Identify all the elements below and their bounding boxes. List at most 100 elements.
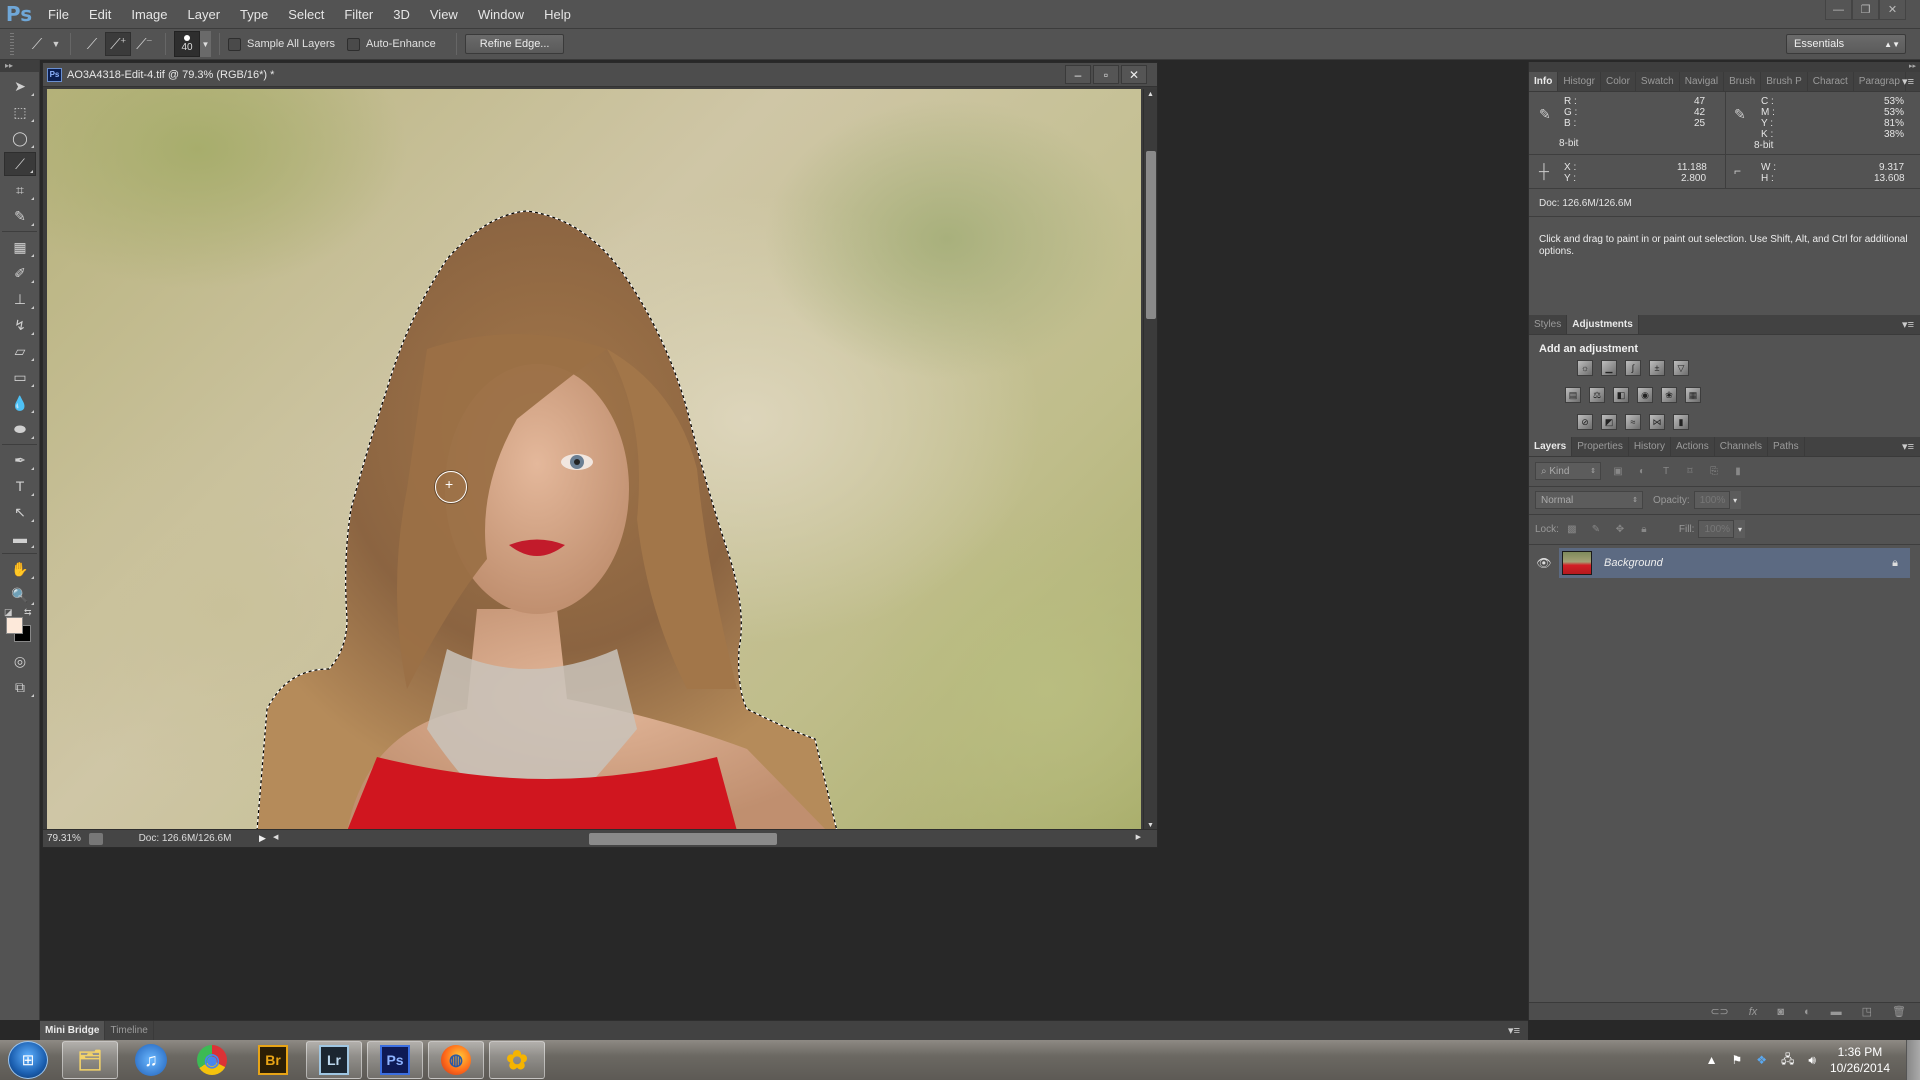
menu-view[interactable]: View — [420, 7, 468, 22]
filter-adjustment-icon[interactable]: ◐ — [1635, 464, 1649, 478]
minimize-icon[interactable]: — — [1825, 0, 1852, 20]
collapse-panels-button[interactable]: ▸▸ — [1529, 62, 1920, 72]
scroll-down-icon[interactable]: ▼ — [1147, 822, 1154, 829]
quick-selection-tool-icon[interactable]: ⟋ — [4, 152, 36, 176]
menu-type[interactable]: Type — [230, 7, 278, 22]
type-tool-icon[interactable]: T — [4, 474, 36, 498]
hand-tool-icon[interactable]: ✋ — [4, 557, 36, 581]
horizontal-scrollbar[interactable]: ◀ ▶ — [271, 830, 1143, 847]
menu-file[interactable]: File — [38, 7, 79, 22]
path-selection-tool-icon[interactable]: ↖ — [4, 500, 36, 524]
quick-mask-icon[interactable]: ◎ — [4, 649, 36, 673]
swap-colors-icon[interactable]: ⇆ — [24, 607, 32, 618]
filter-pixel-icon[interactable]: ▣ — [1611, 464, 1625, 478]
add-mask-icon[interactable]: ◙ — [1777, 1006, 1784, 1018]
foreground-color-swatch[interactable] — [6, 617, 23, 634]
eyedropper-icon[interactable]: ✎ — [1539, 106, 1551, 123]
scroll-left-icon[interactable]: ◀ — [273, 833, 278, 841]
add-to-selection-icon[interactable]: ⟋⁺ — [105, 32, 131, 56]
tab-color[interactable]: Color — [1601, 72, 1636, 91]
menu-window[interactable]: Window — [468, 7, 534, 22]
curves-icon[interactable]: ∫ — [1625, 360, 1641, 376]
lock-all-icon[interactable]: 🔒︎ — [1637, 522, 1651, 536]
taskbar-lightroom-icon[interactable]: Lr — [306, 1041, 362, 1079]
taskbar-explorer-icon[interactable]: 🗂 — [62, 1041, 118, 1079]
close-icon[interactable]: ✕ — [1879, 0, 1906, 20]
action-center-flag-icon[interactable]: ⚑ — [1731, 1053, 1742, 1067]
blur-tool-icon[interactable]: 💧 — [4, 391, 36, 415]
taskbar-chrome-icon[interactable]: ◉ — [184, 1041, 240, 1079]
screen-mode-icon[interactable]: ⧉ — [4, 675, 36, 699]
panel-menu-icon[interactable]: ▾≡ — [1902, 75, 1914, 88]
posterize-icon[interactable]: ◩ — [1601, 414, 1617, 430]
menu-image[interactable]: Image — [121, 7, 177, 22]
crosshair-icon[interactable]: ┼ — [1539, 163, 1549, 179]
invert-icon[interactable]: ⊘ — [1577, 414, 1593, 430]
tab-actions[interactable]: Actions — [1671, 437, 1715, 456]
exposure-icon[interactable]: ± — [1649, 360, 1665, 376]
tab-paragraph[interactable]: Paragrap — [1854, 72, 1906, 91]
new-adjustment-layer-icon[interactable]: ◐ — [1804, 1006, 1811, 1018]
clock[interactable]: 1:36 PM 10/26/2014 — [1830, 1044, 1890, 1076]
blend-mode-select[interactable]: Normal ⇕ — [1535, 491, 1643, 509]
pen-tool-icon[interactable]: ✒ — [4, 448, 36, 472]
tab-info[interactable]: Info — [1529, 72, 1559, 91]
history-brush-tool-icon[interactable]: ↯ — [4, 313, 36, 337]
new-group-folder-icon[interactable]: ▬ — [1831, 1006, 1842, 1018]
panel-menu-icon[interactable]: ▾≡ — [1902, 440, 1914, 453]
show-desktop-button[interactable] — [1906, 1040, 1920, 1080]
menu-edit[interactable]: Edit — [79, 7, 121, 22]
layer-row[interactable]: 👁︎ Background 🔒︎ — [1529, 548, 1920, 578]
lock-transparent-icon[interactable]: ▩ — [1565, 522, 1579, 536]
tab-mini-bridge[interactable]: Mini Bridge — [40, 1021, 106, 1040]
brush-picker[interactable]: 40 — [174, 31, 200, 57]
visibility-eye-icon[interactable]: 👁︎ — [1529, 556, 1559, 570]
tab-channels[interactable]: Channels — [1715, 437, 1769, 456]
menu-help[interactable]: Help — [534, 7, 581, 22]
panel-menu-icon[interactable]: ▾≡ — [1902, 318, 1914, 331]
chevron-down-icon[interactable]: ▼ — [50, 32, 62, 56]
lasso-tool-icon[interactable]: ◯ — [4, 126, 36, 150]
filter-shape-icon[interactable]: ⌑ — [1683, 464, 1697, 478]
layer-lock-icon[interactable]: 🔒︎ — [1892, 557, 1898, 570]
volume-icon[interactable]: 🔊︎ — [1808, 1053, 1816, 1068]
panel-menu-icon[interactable]: ▾≡ — [1508, 1024, 1520, 1037]
status-info-icon[interactable] — [89, 832, 103, 845]
restore-icon[interactable]: ❐ — [1852, 0, 1879, 20]
tab-brush[interactable]: Brush — [1724, 72, 1762, 91]
doc-close-icon[interactable]: ✕ — [1121, 65, 1147, 84]
brush-tool-icon[interactable]: ✐ — [4, 261, 36, 285]
brightness-contrast-icon[interactable]: ☼ — [1577, 360, 1593, 376]
filter-toggle-icon[interactable]: ▮ — [1731, 464, 1745, 478]
layer-filter-kind-select[interactable]: ⌕ Kind ⇕ — [1535, 462, 1601, 480]
doc-minimize-icon[interactable]: ‒ — [1065, 65, 1091, 84]
scroll-right-icon[interactable]: ▶ — [1136, 833, 1141, 841]
channel-mixer-icon[interactable]: ❀ — [1661, 387, 1677, 403]
tab-paths[interactable]: Paths — [1768, 437, 1805, 456]
color-lookup-icon[interactable]: ▦ — [1685, 387, 1701, 403]
subtract-from-selection-icon[interactable]: ⟋⁻ — [131, 32, 157, 56]
layer-style-fx-icon[interactable]: fx — [1749, 1006, 1758, 1018]
threshold-icon[interactable]: ≈ — [1625, 414, 1641, 430]
marquee-tool-icon[interactable]: ⬚ — [4, 100, 36, 124]
gradient-tool-icon[interactable]: ▭ — [4, 365, 36, 389]
color-balance-icon[interactable]: ⚖ — [1589, 387, 1605, 403]
taskbar-bridge-icon[interactable]: Br — [245, 1041, 301, 1079]
taskbar-firefox-icon[interactable]: ◍ — [428, 1041, 484, 1079]
eyedropper-tool-icon[interactable]: ✎ — [4, 204, 36, 228]
tab-timeline[interactable]: Timeline — [105, 1021, 154, 1040]
refine-edge-button[interactable]: Refine Edge... — [464, 34, 565, 54]
horizontal-scroll-thumb[interactable] — [589, 833, 777, 845]
taskbar-photoshop-icon[interactable]: Ps — [367, 1041, 423, 1079]
doc-maximize-icon[interactable]: ▫ — [1093, 65, 1119, 84]
auto-enhance-checkbox[interactable]: Auto-Enhance — [347, 37, 436, 51]
start-button-windows-icon[interactable]: ⊞ — [8, 1041, 48, 1079]
filter-smart-object-icon[interactable]: ⎘ — [1707, 464, 1721, 478]
layer-row-selected[interactable]: Background 🔒︎ — [1559, 548, 1910, 578]
taskbar-flower-app-icon[interactable]: ✿ — [489, 1041, 545, 1079]
photo-filter-icon[interactable]: ◉ — [1637, 387, 1653, 403]
dropbox-icon[interactable]: ❖ — [1756, 1053, 1767, 1067]
network-icon[interactable]: 🖧︎ — [1781, 1050, 1794, 1071]
delete-layer-trash-icon[interactable]: 🗑︎ — [1892, 1005, 1906, 1018]
scroll-up-icon[interactable]: ▲ — [1147, 91, 1154, 98]
